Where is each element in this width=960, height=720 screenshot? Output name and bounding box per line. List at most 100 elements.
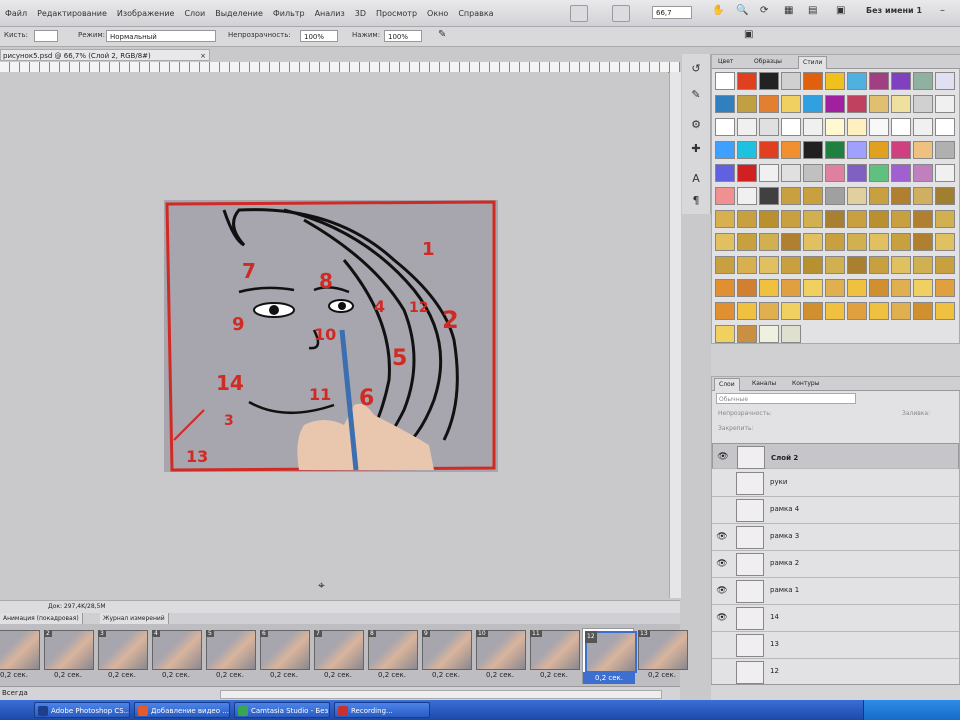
style-swatch[interactable] — [737, 118, 757, 136]
menu-item[interactable]: Редактирование — [32, 9, 112, 18]
style-swatch[interactable] — [913, 164, 933, 182]
layer-row[interactable]: 👁 рамка 3 — [712, 524, 959, 551]
tab-measurement-log[interactable]: Журнал измерений — [100, 613, 169, 624]
tab-channels[interactable]: Каналы — [748, 378, 780, 390]
menu-item[interactable]: Фильтр — [268, 9, 310, 18]
style-swatch[interactable] — [715, 72, 735, 90]
style-swatch[interactable] — [803, 256, 823, 274]
grid-icon[interactable]: ▦ — [784, 5, 793, 16]
layer-row[interactable]: 12 — [712, 659, 959, 686]
style-swatch[interactable] — [803, 164, 823, 182]
close-icon[interactable]: × — [200, 50, 206, 62]
style-swatch[interactable] — [781, 210, 801, 228]
style-swatch[interactable] — [737, 279, 757, 297]
menu-item[interactable]: Анализ — [310, 9, 350, 18]
style-swatch[interactable] — [781, 256, 801, 274]
layer-row[interactable]: 👁 Слой 2 — [712, 443, 959, 469]
style-swatch[interactable] — [759, 325, 779, 343]
tab-animation[interactable]: Анимация (покадровая) — [0, 613, 83, 624]
style-swatch[interactable] — [847, 72, 867, 90]
style-swatch[interactable] — [737, 141, 757, 159]
style-swatch[interactable] — [869, 164, 889, 182]
style-swatch[interactable] — [869, 233, 889, 251]
style-swatch[interactable] — [869, 302, 889, 320]
taskbar-item[interactable]: Adobe Photoshop CS... — [34, 702, 130, 718]
style-swatch[interactable] — [825, 233, 845, 251]
frame-delay[interactable]: 0,2 сек. — [636, 671, 688, 679]
style-swatch[interactable] — [869, 256, 889, 274]
style-swatch[interactable] — [847, 256, 867, 274]
style-swatch[interactable] — [891, 72, 911, 90]
style-swatch[interactable] — [715, 210, 735, 228]
taskbar-item[interactable]: Recording... — [334, 702, 430, 718]
style-swatch[interactable] — [737, 164, 757, 182]
menu-item[interactable]: Окно — [422, 9, 453, 18]
extras2-icon[interactable]: ▣ — [836, 5, 845, 16]
animation-frame[interactable]: 4 0,2 сек. — [150, 628, 202, 684]
style-swatch[interactable] — [803, 141, 823, 159]
eye-icon[interactable]: 👁 — [717, 451, 729, 463]
style-swatch[interactable] — [715, 279, 735, 297]
style-swatch[interactable] — [803, 210, 823, 228]
style-swatch[interactable] — [891, 279, 911, 297]
style-swatch[interactable] — [891, 256, 911, 274]
style-swatch[interactable] — [847, 95, 867, 113]
airbrush-icon[interactable]: ✎ — [438, 29, 446, 40]
style-swatch[interactable] — [913, 233, 933, 251]
style-swatch[interactable] — [935, 141, 955, 159]
style-swatch[interactable] — [715, 325, 735, 343]
eye-icon[interactable] — [716, 504, 728, 516]
style-swatch[interactable] — [781, 187, 801, 205]
animation-frame[interactable]: 2 0,2 сек. — [42, 628, 94, 684]
menu-item[interactable]: Файл — [0, 9, 32, 18]
style-swatch[interactable] — [935, 164, 955, 182]
style-swatch[interactable] — [891, 95, 911, 113]
style-swatch[interactable] — [913, 256, 933, 274]
style-swatch[interactable] — [847, 233, 867, 251]
style-swatch[interactable] — [781, 325, 801, 343]
style-swatch[interactable] — [825, 72, 845, 90]
style-swatch[interactable] — [803, 279, 823, 297]
tab-paths[interactable]: Контуры — [788, 378, 823, 390]
menu-item[interactable]: Справка — [453, 9, 498, 18]
style-swatch[interactable] — [847, 279, 867, 297]
style-swatch[interactable] — [803, 302, 823, 320]
eye-icon[interactable]: 👁 — [716, 558, 728, 570]
style-swatch[interactable] — [847, 164, 867, 182]
frame-delay[interactable]: 0,2 сек. — [0, 671, 40, 679]
style-swatch[interactable] — [825, 302, 845, 320]
brush-panel-icon[interactable]: ✎ — [688, 88, 704, 102]
style-swatch[interactable] — [869, 118, 889, 136]
arrange-button[interactable] — [570, 5, 588, 22]
style-swatch[interactable] — [781, 233, 801, 251]
style-swatch[interactable] — [715, 233, 735, 251]
layer-row[interactable]: руки — [712, 470, 959, 497]
tab-color[interactable]: Цвет — [714, 56, 737, 68]
zoom-field[interactable]: 66,7 — [652, 6, 692, 19]
animation-frame[interactable]: 3 0,2 сек. — [96, 628, 148, 684]
style-swatch[interactable] — [759, 302, 779, 320]
style-swatch[interactable] — [869, 210, 889, 228]
style-swatch[interactable] — [935, 302, 955, 320]
style-swatch[interactable] — [759, 187, 779, 205]
style-swatch[interactable] — [759, 72, 779, 90]
style-swatch[interactable] — [737, 187, 757, 205]
style-swatch[interactable] — [913, 95, 933, 113]
style-swatch[interactable] — [803, 233, 823, 251]
pressure-field[interactable]: 100% — [384, 30, 422, 42]
animation-frame[interactable]: 10,2 сек. — [0, 628, 40, 684]
style-swatch[interactable] — [715, 256, 735, 274]
style-swatch[interactable] — [825, 256, 845, 274]
style-swatch[interactable] — [825, 141, 845, 159]
style-swatch[interactable] — [737, 95, 757, 113]
rotate-icon[interactable]: ⟳ — [760, 5, 768, 16]
style-swatch[interactable] — [847, 210, 867, 228]
style-swatch[interactable] — [803, 118, 823, 136]
style-swatch[interactable] — [847, 302, 867, 320]
style-swatch[interactable] — [869, 279, 889, 297]
animation-frame[interactable]: 10 0,2 сек. — [474, 628, 526, 684]
frame-delay[interactable]: 0,2 сек. — [420, 671, 472, 679]
tool-presets-icon[interactable]: ✚ — [688, 142, 704, 156]
style-swatch[interactable] — [737, 210, 757, 228]
style-swatch[interactable] — [781, 164, 801, 182]
